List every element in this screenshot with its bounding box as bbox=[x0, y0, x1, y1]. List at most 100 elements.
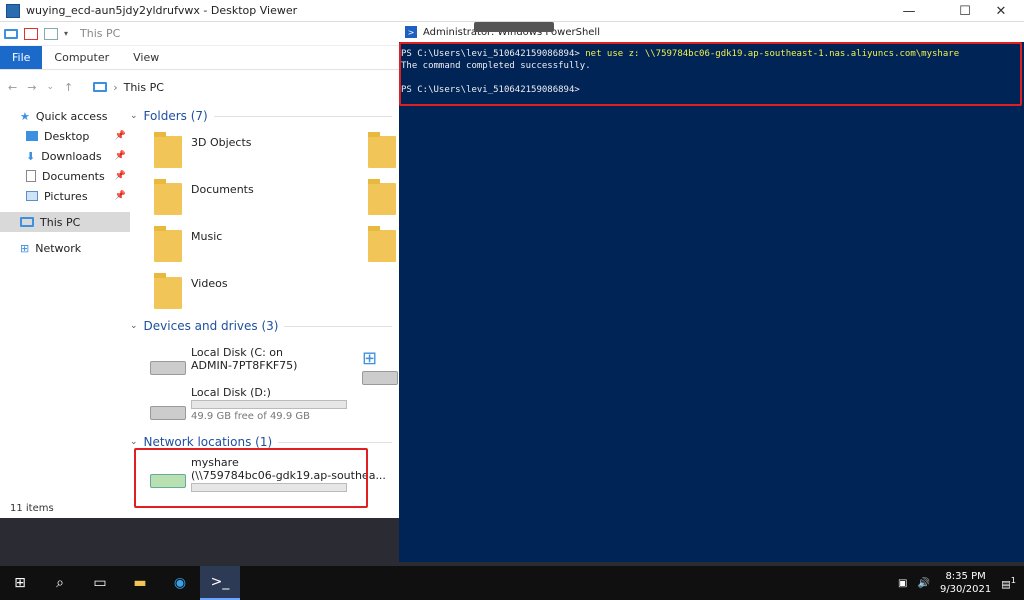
sidebar-item-label: Network bbox=[35, 241, 82, 255]
status-bar: 11 items bbox=[10, 503, 54, 514]
network-location-highlight bbox=[134, 448, 368, 508]
close-button[interactable]: ✕ bbox=[978, 0, 1024, 22]
up-arrow-icon[interactable]: ↑ bbox=[64, 81, 73, 94]
notification-icon[interactable]: ▤1 bbox=[1001, 575, 1016, 590]
chevron-down-icon[interactable]: ▾ bbox=[64, 29, 68, 38]
desktop-folder-icon[interactable] bbox=[368, 132, 396, 168]
taskbar: ⊞ ⌕ ▭ ▬ ◉ >_ ▣ 🔊 8:35 PM 9/30/2021 ▤1 bbox=[0, 566, 1024, 600]
sidebar-item-label: This PC bbox=[40, 215, 81, 229]
collapse-chevron-icon[interactable]: ⌄ bbox=[130, 437, 138, 447]
sidebar-item-this-pc[interactable]: This PC bbox=[0, 212, 130, 232]
properties-icon[interactable] bbox=[24, 27, 38, 40]
start-button[interactable]: ⊞ bbox=[0, 566, 40, 600]
pin-icon[interactable]: 📌 bbox=[115, 131, 126, 141]
pin-icon[interactable]: 📌 bbox=[115, 171, 126, 181]
tab-computer[interactable]: Computer bbox=[42, 46, 121, 69]
group-title: Network locations (1) bbox=[143, 435, 273, 449]
clock[interactable]: 8:35 PM 9/30/2021 bbox=[940, 570, 991, 596]
music-folder-icon[interactable] bbox=[154, 226, 182, 262]
drive-c-sublabel: ADMIN-7PT8FKF75) bbox=[191, 359, 298, 372]
minimize-button[interactable]: — bbox=[886, 0, 932, 22]
group-title: Folders (7) bbox=[143, 109, 208, 123]
documents-icon bbox=[26, 170, 36, 182]
sidebar-item-quick-access[interactable]: ★ Quick access bbox=[0, 106, 130, 126]
network-status-icon[interactable]: ▣ bbox=[898, 578, 907, 589]
downloads-folder-icon[interactable] bbox=[368, 179, 396, 215]
explorer-title: This PC bbox=[80, 27, 121, 40]
drive-d-usage-bar bbox=[191, 400, 347, 409]
drive-icon[interactable] bbox=[150, 361, 186, 375]
pin-icon[interactable]: 📌 bbox=[115, 151, 126, 161]
tab-file[interactable]: File bbox=[0, 46, 43, 69]
edge-browser-icon[interactable]: ◉ bbox=[160, 566, 200, 600]
drive-c-label[interactable]: Local Disk (C: on bbox=[191, 346, 283, 359]
explorer-title-bar: ▾ This PC bbox=[0, 22, 399, 46]
documents-folder-icon[interactable] bbox=[154, 179, 182, 215]
command-highlight bbox=[399, 42, 1022, 106]
this-pc-icon bbox=[20, 217, 34, 227]
network-icon: ⊞ bbox=[20, 241, 30, 255]
sidebar-item-label: Downloads bbox=[41, 149, 102, 163]
powershell-icon: > bbox=[405, 26, 417, 38]
notification-count: 1 bbox=[1010, 575, 1016, 586]
folder-3d-objects[interactable]: 3D Objects bbox=[191, 136, 252, 149]
connection-bar-grip[interactable] bbox=[474, 22, 554, 32]
drive-icon[interactable] bbox=[362, 371, 398, 385]
this-pc-icon bbox=[4, 28, 18, 39]
folder-music[interactable]: Music bbox=[191, 230, 222, 243]
screen: wuying_ecd-aun5jdy2yldrufvwx - Desktop V… bbox=[0, 0, 1024, 600]
breadcrumb-this-pc[interactable]: This PC bbox=[124, 81, 164, 94]
recent-chevron-icon[interactable]: ⌄ bbox=[46, 82, 54, 92]
this-pc-icon bbox=[93, 82, 108, 92]
forward-arrow-icon[interactable]: → bbox=[27, 81, 36, 94]
videos-folder-icon[interactable] bbox=[154, 273, 182, 309]
file-explorer-taskbar-icon[interactable]: ▬ bbox=[120, 566, 160, 600]
pictures-folder-icon[interactable] bbox=[368, 226, 396, 262]
sidebar-item-pictures[interactable]: Pictures 📌 bbox=[0, 186, 130, 206]
drive-icon[interactable] bbox=[150, 406, 186, 420]
powershell-window: > Administrator: Windows PowerShell PS C… bbox=[399, 22, 1024, 562]
address-bar: ← → ⌄ ↑ › This PC bbox=[0, 70, 399, 104]
back-arrow-icon[interactable]: ← bbox=[8, 81, 17, 94]
pin-icon[interactable]: 📌 bbox=[115, 191, 126, 201]
search-icon[interactable]: ⌕ bbox=[40, 566, 80, 600]
sidebar-item-label: Quick access bbox=[35, 109, 108, 123]
folders-group-header[interactable]: ⌄ Folders (7) bbox=[130, 106, 400, 126]
folder-videos[interactable]: Videos bbox=[191, 277, 228, 290]
viewer-title: wuying_ecd-aun5jdy2yldrufvwx - Desktop V… bbox=[26, 4, 298, 17]
sidebar-item-label: Desktop bbox=[44, 129, 90, 143]
content-pane: ⌄ Folders (7) 3D Objects Documents Music… bbox=[130, 106, 400, 506]
folder-documents[interactable]: Documents bbox=[191, 183, 254, 196]
star-icon: ★ bbox=[20, 109, 30, 123]
powershell-taskbar-icon[interactable]: >_ bbox=[200, 566, 240, 600]
download-icon: ⬇ bbox=[26, 149, 36, 163]
group-title: Devices and drives (3) bbox=[143, 319, 279, 333]
system-tray: ▣ 🔊 8:35 PM 9/30/2021 ▤1 bbox=[898, 566, 1024, 600]
app-icon bbox=[6, 3, 20, 18]
clock-time: 8:35 PM bbox=[945, 571, 986, 582]
sidebar-item-desktop[interactable]: Desktop 📌 bbox=[0, 126, 130, 146]
devices-group-header[interactable]: ⌄ Devices and drives (3) bbox=[130, 316, 400, 336]
task-view-icon[interactable]: ▭ bbox=[80, 566, 120, 600]
pictures-icon bbox=[26, 191, 38, 201]
viewer-title-bar: wuying_ecd-aun5jdy2yldrufvwx - Desktop V… bbox=[0, 0, 1024, 22]
breadcrumb[interactable]: › This PC bbox=[93, 81, 164, 94]
tab-view[interactable]: View bbox=[121, 46, 171, 69]
sidebar-item-network[interactable]: ⊞ Network bbox=[0, 238, 130, 258]
ribbon-tabs: File Computer View bbox=[0, 46, 399, 70]
collapse-chevron-icon[interactable]: ⌄ bbox=[130, 321, 138, 331]
sidebar-item-label: Pictures bbox=[44, 189, 88, 203]
3d-objects-folder-icon[interactable] bbox=[154, 132, 182, 168]
desktop-icon bbox=[26, 131, 38, 141]
sidebar-item-documents[interactable]: Documents 📌 bbox=[0, 166, 130, 186]
file-explorer-window: ▾ This PC File Computer View ← → ⌄ ↑ › T… bbox=[0, 22, 400, 518]
volume-icon[interactable]: 🔊 bbox=[918, 578, 930, 589]
new-folder-icon[interactable] bbox=[44, 27, 58, 40]
collapse-chevron-icon[interactable]: ⌄ bbox=[130, 111, 138, 121]
windows-icon: ⊞ bbox=[362, 348, 378, 369]
clock-date: 9/30/2021 bbox=[939, 584, 992, 595]
sidebar-item-label: Documents bbox=[42, 169, 105, 183]
drive-d-label[interactable]: Local Disk (D:) bbox=[191, 386, 271, 399]
sidebar-item-downloads[interactable]: ⬇ Downloads 📌 bbox=[0, 146, 130, 166]
breadcrumb-separator: › bbox=[113, 80, 118, 94]
